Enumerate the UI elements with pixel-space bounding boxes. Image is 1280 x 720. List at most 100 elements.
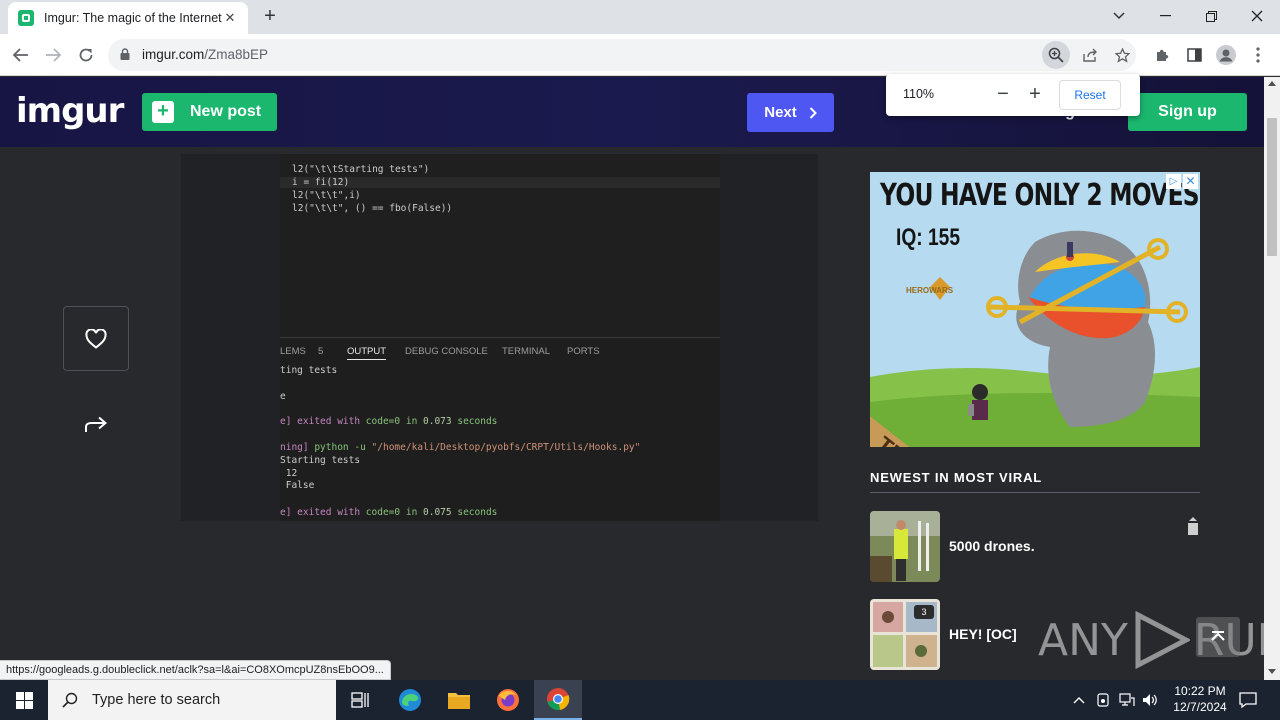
output-panel: LEMS 5 OUTPUT DEBUG CONSOLE TERMINAL POR…: [280, 337, 720, 521]
edge-icon: [399, 689, 421, 711]
forward-arrow-icon[interactable]: [40, 42, 66, 68]
zoom-level: 110%: [903, 87, 935, 101]
sign-up-button[interactable]: Sign up: [1128, 93, 1247, 131]
play-logo-icon: [1135, 611, 1190, 669]
scroll-up-arrow-icon[interactable]: [1268, 81, 1276, 86]
url-text: imgur.com/Zma8bEP: [142, 47, 269, 62]
tray-device-icon[interactable]: [1094, 680, 1112, 720]
tab-close-icon[interactable]: ✕: [222, 10, 238, 26]
browser-menu-icon[interactable]: [1245, 42, 1271, 68]
code-line: i = fi(12): [280, 177, 720, 188]
share-icon[interactable]: [1079, 44, 1101, 66]
bookmark-star-icon[interactable]: [1111, 44, 1133, 66]
minimize-button[interactable]: [1142, 4, 1188, 28]
tray-overflow-chevron-icon[interactable]: [1070, 680, 1088, 720]
lock-icon: [120, 48, 130, 60]
output-line: e: [280, 391, 286, 402]
firefox-icon: [497, 689, 519, 711]
zoom-out-button[interactable]: −: [990, 82, 1016, 108]
problems-count-badge: 5: [318, 346, 324, 357]
back-to-top-button[interactable]: [1196, 617, 1240, 657]
panel-tab-ports: PORTS: [567, 346, 600, 357]
taskbar-chrome[interactable]: [534, 680, 582, 720]
viral-list-item[interactable]: 5000 drones.: [870, 511, 1200, 582]
start-button[interactable]: [0, 680, 48, 720]
taskbar-edge[interactable]: [386, 680, 434, 720]
panel-tab-debug-console: DEBUG CONSOLE: [405, 346, 488, 357]
panel-tab-problems: LEMS: [280, 346, 306, 357]
side-panel-icon[interactable]: [1181, 42, 1207, 68]
taskbar-firefox[interactable]: [484, 680, 532, 720]
task-view-icon: [351, 692, 369, 708]
post-image[interactable]: l2("\t\tStarting tests") i = fi(12) l2("…: [181, 154, 818, 521]
extensions-puzzle-icon[interactable]: [1149, 42, 1175, 68]
share-arrow-icon: [85, 417, 107, 432]
imgur-page: imgur + New post Next Sign in Sign up l2…: [0, 77, 1264, 680]
upload-icon[interactable]: [1187, 517, 1199, 535]
profile-avatar-icon[interactable]: [1213, 42, 1239, 68]
viral-item-title: HEY! [OC]: [949, 626, 1017, 642]
heart-icon: [85, 328, 107, 349]
plus-icon: +: [152, 101, 174, 123]
notifications-icon[interactable]: [1232, 680, 1264, 720]
output-line: False: [280, 480, 315, 491]
search-icon: [62, 692, 78, 708]
volume-icon[interactable]: [1140, 680, 1160, 720]
taskbar-clock[interactable]: 10:22 PM 12/7/2024: [1160, 683, 1240, 715]
ad-close-icon[interactable]: ✕: [1183, 174, 1198, 189]
windows-taskbar: Type here to search 10:22 PM 12/7/2024: [0, 680, 1280, 720]
new-tab-button[interactable]: +: [258, 6, 282, 28]
page-scrollbar[interactable]: [1264, 77, 1280, 680]
zoom-icon[interactable]: [1042, 41, 1070, 69]
browser-tab-bar: Imgur: The magic of the Internet ✕ +: [0, 0, 1280, 34]
reload-icon[interactable]: [73, 42, 99, 68]
zoom-reset-button[interactable]: Reset: [1059, 80, 1121, 110]
taskbar-file-explorer[interactable]: [435, 680, 483, 720]
zoom-in-button[interactable]: +: [1022, 82, 1048, 108]
output-line: 12: [280, 468, 298, 479]
section-divider: [870, 492, 1200, 493]
zoom-popup: 110% − + Reset: [886, 74, 1140, 116]
new-post-label: New post: [190, 103, 262, 120]
favorite-button[interactable]: [63, 306, 129, 371]
clock-date: 12/7/2024: [1173, 700, 1227, 714]
ad-artwork: [870, 172, 1200, 447]
watermark-text-any: ANY: [1038, 614, 1128, 666]
browser-tab[interactable]: Imgur: The magic of the Internet ✕: [8, 2, 248, 34]
ad-headline: YOU HAVE ONLY 2 MOVES: [880, 178, 1200, 213]
output-line: e] exited with code=0 in 0.075 seconds: [280, 507, 498, 518]
taskbar-search-box[interactable]: Type here to search: [48, 680, 336, 720]
tab-search-chevron-icon[interactable]: [1096, 4, 1142, 28]
scrollbar-thumb[interactable]: [1267, 118, 1277, 256]
network-icon[interactable]: [1117, 680, 1137, 720]
windows-logo-icon: [15, 691, 33, 709]
output-line: ting tests: [280, 365, 338, 376]
next-label: Next: [764, 104, 797, 121]
chrome-icon: [547, 688, 570, 711]
imgur-favicon-icon: [18, 10, 34, 26]
back-arrow-icon[interactable]: [8, 42, 34, 68]
next-post-button[interactable]: Next: [747, 93, 834, 132]
folder-icon: [448, 693, 470, 709]
close-window-button[interactable]: [1234, 4, 1280, 28]
post-thumbnail: [870, 511, 940, 582]
code-line: l2("\t\tStarting tests"): [292, 164, 430, 175]
share-button[interactable]: [80, 409, 112, 441]
clock-time: 10:22 PM: [1174, 684, 1226, 698]
imgur-logo[interactable]: imgur: [16, 91, 124, 131]
restore-button[interactable]: [1188, 4, 1234, 28]
code-line: l2("\t\t",i): [292, 190, 361, 201]
advertisement[interactable]: YOU HAVE ONLY 2 MOVES IQ: 155 HEROWARS T…: [870, 172, 1200, 447]
output-line: Starting tests: [280, 455, 361, 466]
browser-toolbar: imgur.com/Zma8bEP: [0, 34, 1280, 76]
task-view-button[interactable]: [336, 680, 384, 720]
panel-tab-terminal: TERMINAL: [502, 346, 551, 357]
panel-tab-output: OUTPUT: [347, 346, 387, 360]
tab-title: Imgur: The magic of the Internet: [44, 11, 222, 25]
scroll-down-arrow-icon[interactable]: [1268, 669, 1276, 674]
ad-iq-text: IQ: 155: [896, 224, 961, 251]
code-editor: l2("\t\tStarting tests") i = fi(12) l2("…: [280, 154, 720, 337]
address-bar[interactable]: imgur.com/Zma8bEP: [108, 39, 1136, 71]
ad-choices-icon[interactable]: ▷: [1166, 174, 1181, 189]
new-post-button[interactable]: + New post: [142, 93, 277, 131]
